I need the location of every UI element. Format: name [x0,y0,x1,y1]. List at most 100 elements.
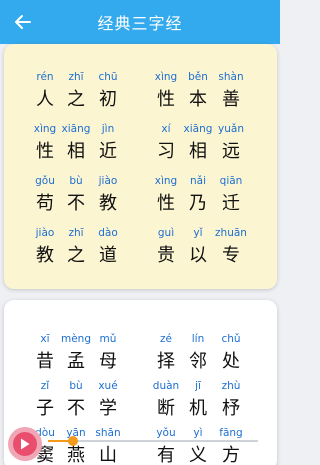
hanzi-character: 乃 [189,193,207,214]
pinyin-label: chū [98,71,118,83]
character-cell[interactable]: jiào 教 [92,174,124,224]
verse-card-1[interactable]: rén 人 zhī 之 chū 初 xìng 性 běn 本 shàn 善 xìng 性 xiāng 相 jìn… [4,44,277,289]
character-cell[interactable]: xìng 性 [150,70,182,120]
character-cell[interactable]: mǔ 母 [92,332,124,382]
character-cell[interactable]: běn 本 [182,70,214,120]
pinyin-label: nǎi [189,175,206,187]
pinyin-label: yì [193,427,203,439]
pinyin-label: xí [161,123,171,135]
verse-line: xìng 性 xiāng 相 jìn 近 xí 习 xiāng 相 yuǎn 远 [4,122,277,172]
character-cell[interactable]: guì 贵 [150,226,182,276]
character-cell[interactable]: bù 不 [60,379,92,429]
character-cell[interactable]: jìn 近 [92,122,124,172]
pinyin-label: xìng [33,123,57,135]
hanzi-character: 机 [189,398,207,419]
character-cell[interactable]: zé 择 [150,332,182,382]
character-cell[interactable]: chǔ 处 [215,332,247,382]
pinyin-label: jī [195,380,201,392]
character-cell[interactable]: dào 道 [92,226,124,276]
character-cell[interactable]: qiān 迁 [215,174,247,224]
character-cell[interactable]: xí 习 [150,122,182,172]
character-cell[interactable]: zhī 之 [60,70,92,120]
pinyin-label: zé [160,333,172,345]
back-button[interactable] [8,7,38,37]
character-cell[interactable]: yǐ 以 [182,226,214,276]
top-app-bar: 经典三字经 [0,0,280,44]
hanzi-character: 义 [189,445,207,465]
hanzi-character: 相 [67,141,85,162]
pinyin-label: lín [191,333,205,345]
verse-line: xī 昔 mèng 孟 mǔ 母 zé 择 lín 邻 chǔ 处 [4,332,277,382]
pinyin-label: bù [69,380,83,392]
hanzi-character: 性 [157,193,175,214]
play-button[interactable] [8,427,42,461]
character-cell[interactable]: xìng 性 [29,122,61,172]
character-cell[interactable]: zhù 杼 [215,379,247,429]
pinyin-label: yǐ [193,227,203,239]
verse-line: jiào 教 zhī 之 dào 道 guì 贵 yǐ 以 zhuān 专 [4,226,277,276]
character-cell[interactable]: xī 昔 [29,332,61,382]
character-cell[interactable]: bù 不 [60,174,92,224]
hanzi-character: 迁 [222,193,240,214]
verse-line: zǐ 子 bù 不 xué 学 duàn 断 jī 机 zhù 杼 [4,379,277,429]
character-cell[interactable]: yān 燕 [60,426,92,465]
pinyin-label: xìng [154,71,178,83]
character-cell[interactable]: yì 义 [182,426,214,465]
arrow-left-icon [15,15,31,29]
character-cell[interactable]: shān 山 [92,426,124,465]
hanzi-character: 教 [99,193,117,214]
pinyin-label: jiào [35,227,55,239]
hanzi-character: 不 [67,193,85,214]
character-cell[interactable]: jī 机 [182,379,214,429]
hanzi-character: 昔 [36,351,54,372]
pinyin-label: běn [188,71,208,83]
character-cell[interactable]: xiāng 相 [60,122,92,172]
verse-line: gǒu 苟 bù 不 jiào 教 xìng 性 nǎi 乃 qiān 迁 [4,174,277,224]
character-cell[interactable]: yǒu 有 [150,426,182,465]
character-cell[interactable]: rén 人 [29,70,61,120]
pinyin-label: bù [69,175,83,187]
character-cell[interactable]: zhī 之 [60,226,92,276]
character-cell[interactable]: zhuān 专 [215,226,247,276]
hanzi-character: 道 [99,245,117,266]
pinyin-label: zhī [68,227,84,239]
pinyin-label: jìn [101,123,115,135]
hanzi-character: 燕 [67,445,85,465]
character-cell[interactable]: yuǎn 远 [215,122,247,172]
pinyin-label: guì [157,227,175,239]
hanzi-character: 苟 [36,193,54,214]
hanzi-character: 近 [99,141,117,162]
verse-line: dòu 窦 yān 燕 shān 山 yǒu 有 yì 义 fāng 方 [4,426,277,465]
hanzi-character: 善 [222,89,240,110]
character-cell[interactable]: lín 邻 [182,332,214,382]
character-cell[interactable]: gǒu 苟 [29,174,61,224]
pinyin-label: dào [98,227,118,239]
hanzi-character: 贵 [157,245,175,266]
character-cell[interactable]: nǎi 乃 [182,174,214,224]
hanzi-character: 不 [67,398,85,419]
hanzi-character: 学 [99,398,117,419]
progress-bar[interactable] [48,436,258,446]
pinyin-label: fāng [219,427,243,439]
character-cell[interactable]: xiāng 相 [182,122,214,172]
hanzi-character: 子 [36,398,54,419]
character-cell[interactable]: chū 初 [92,70,124,120]
hanzi-character: 相 [189,141,207,162]
play-icon [21,438,30,450]
hanzi-character: 山 [99,445,117,465]
pinyin-label: zhù [221,380,241,392]
character-cell[interactable]: mèng 孟 [60,332,92,382]
hanzi-character: 方 [222,445,240,465]
character-cell[interactable]: shàn 善 [215,70,247,120]
pinyin-label: xiāng [183,123,213,135]
character-cell[interactable]: xìng 性 [150,174,182,224]
character-cell[interactable]: duàn 断 [150,379,182,429]
pinyin-label: xìng [154,175,178,187]
play-button-core [13,432,37,456]
page-title: 经典三字经 [97,14,183,33]
pinyin-label: mèng [60,333,91,345]
character-cell[interactable]: xué 学 [92,379,124,429]
character-cell[interactable]: jiào 教 [29,226,61,276]
character-cell[interactable]: zǐ 子 [29,379,61,429]
character-cell[interactable]: fāng 方 [215,426,247,465]
